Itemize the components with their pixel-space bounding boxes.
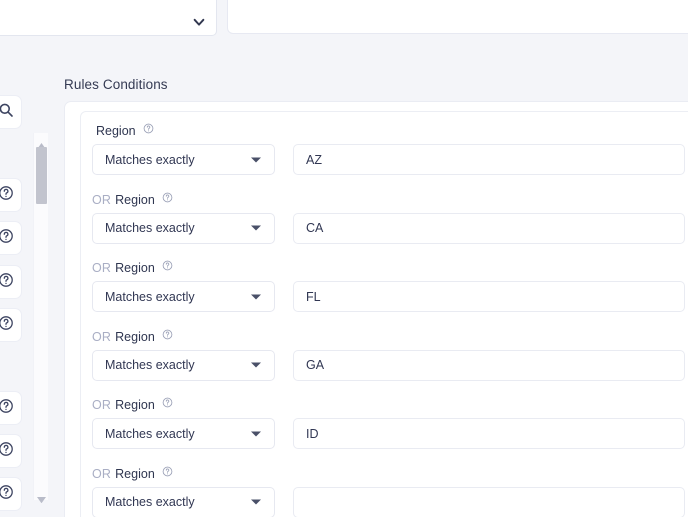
top-bar xyxy=(0,0,688,46)
page-title: Rules Conditions xyxy=(64,77,168,92)
field-label: Region xyxy=(115,466,155,481)
app-root: Rules Conditions Region Matches exactly … xyxy=(0,0,688,517)
condition-label: OR Region xyxy=(92,466,173,482)
condition-controls: Matches exactly xyxy=(92,212,685,244)
help-circle-icon xyxy=(0,484,14,505)
condition-row: OR Region xyxy=(81,318,688,387)
help-circle-icon[interactable] xyxy=(162,329,173,340)
condition-value-input[interactable] xyxy=(293,486,685,517)
caret-up-icon[interactable] xyxy=(37,136,46,149)
help-circle-icon xyxy=(0,441,14,462)
conjunction-label: OR xyxy=(92,329,112,344)
chevron-down-icon xyxy=(251,294,261,299)
condition-label: Region xyxy=(92,123,154,139)
condition-label: OR Region xyxy=(92,397,173,413)
operator-select-value: Matches exactly xyxy=(105,289,195,304)
conjunction-label: OR xyxy=(92,466,112,481)
operator-select[interactable]: Matches exactly xyxy=(92,144,275,175)
help-circle-icon[interactable] xyxy=(143,123,154,134)
operator-select-value: Matches exactly xyxy=(105,426,195,441)
help-button-3[interactable] xyxy=(0,265,22,299)
operator-select[interactable]: Matches exactly xyxy=(92,486,275,517)
scrollbar-thumb[interactable] xyxy=(36,147,47,204)
operator-select-value: Matches exactly xyxy=(105,495,195,509)
condition-value-input[interactable] xyxy=(293,418,685,449)
help-circle-icon xyxy=(0,398,14,419)
operator-select[interactable]: Matches exactly xyxy=(92,212,275,244)
condition-value-input[interactable] xyxy=(293,144,685,175)
help-circle-icon[interactable] xyxy=(162,260,173,271)
operator-select-value: Matches exactly xyxy=(105,358,195,372)
conditions-rows: Region Matches exactly AZ OR Region Matc… xyxy=(81,112,688,517)
field-label: Region xyxy=(115,398,155,412)
help-button-7[interactable] xyxy=(0,477,22,511)
conditions-list-panel: Region Matches exactly AZ OR Region Matc… xyxy=(80,111,688,517)
operator-select-value: Matches exactly xyxy=(105,152,195,167)
condition-row: OR Region xyxy=(81,249,688,318)
top-content-panel xyxy=(227,0,688,34)
condition-controls: Matches exactly xyxy=(92,418,685,449)
chevron-down-icon xyxy=(251,499,261,505)
condition-value-input[interactable] xyxy=(293,281,685,312)
condition-controls: Matches exactly xyxy=(92,486,685,517)
condition-row: OR Region xyxy=(81,181,688,250)
search-button[interactable] xyxy=(0,95,22,129)
condition-label: OR Region xyxy=(92,260,173,276)
conjunction-label: OR xyxy=(92,398,112,412)
help-circle-icon[interactable] xyxy=(162,192,173,203)
help-circle-icon[interactable] xyxy=(162,466,173,477)
help-circle-icon[interactable] xyxy=(162,397,173,408)
conjunction-label: OR xyxy=(92,261,112,275)
operator-select[interactable]: Matches exactly xyxy=(92,281,275,312)
caret-down-icon[interactable] xyxy=(37,490,46,503)
field-label: Region xyxy=(115,261,155,275)
condition-row: OR Region xyxy=(81,455,688,517)
help-circle-icon xyxy=(0,315,14,336)
rules-conditions-card: Region Matches exactly AZ OR Region Matc… xyxy=(64,101,688,517)
condition-controls: Matches exactly xyxy=(92,349,685,381)
help-button-5[interactable] xyxy=(0,391,22,425)
condition-label: OR Region xyxy=(92,329,173,345)
main-content: Rules Conditions Region Matches exactly … xyxy=(56,46,688,517)
help-circle-icon xyxy=(0,228,14,249)
help-circle-icon xyxy=(0,185,14,206)
help-button-4[interactable] xyxy=(0,308,22,342)
chevron-down-icon xyxy=(192,15,206,29)
condition-value-input[interactable] xyxy=(293,212,685,244)
chevron-down-icon xyxy=(251,157,261,162)
condition-label: OR Region xyxy=(92,192,173,208)
chevron-down-icon xyxy=(251,431,261,436)
field-label: Region xyxy=(96,124,136,138)
operator-select[interactable]: Matches exactly xyxy=(92,418,275,449)
top-dropdown[interactable] xyxy=(0,0,217,36)
help-button-6[interactable] xyxy=(0,434,22,468)
help-button-2[interactable] xyxy=(0,221,22,255)
condition-row: Region Matches exactly AZ xyxy=(81,112,688,181)
rail-scrollbar[interactable] xyxy=(33,133,48,503)
condition-controls: Matches exactly xyxy=(92,281,685,312)
chevron-down-icon xyxy=(251,362,261,368)
conjunction-label: OR xyxy=(92,192,112,207)
help-circle-icon xyxy=(0,272,14,293)
field-label: Region xyxy=(115,329,155,344)
search-icon xyxy=(0,102,14,123)
operator-select-value: Matches exactly xyxy=(105,221,195,235)
condition-controls: Matches exactly xyxy=(92,144,685,175)
condition-value-input[interactable] xyxy=(293,349,685,381)
operator-select[interactable]: Matches exactly xyxy=(92,349,275,381)
chevron-down-icon xyxy=(251,225,261,231)
field-label: Region xyxy=(115,192,155,207)
condition-row: OR Region xyxy=(81,386,688,455)
help-button-1[interactable] xyxy=(0,178,22,212)
